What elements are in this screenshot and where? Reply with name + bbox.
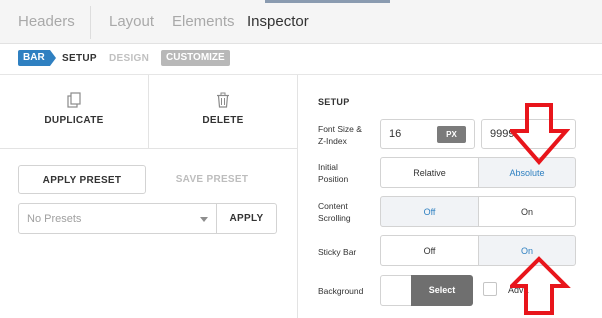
background-color-swatch[interactable] bbox=[380, 275, 412, 306]
apply-preset-button[interactable]: APPLY PRESET bbox=[18, 165, 146, 194]
sticky-bar-label: Sticky Bar bbox=[318, 247, 357, 257]
apply-button[interactable]: APPLY bbox=[216, 203, 277, 234]
sub-nav: BAR SETUP DESIGN CUSTOMIZE bbox=[0, 44, 602, 75]
action-row: DUPLICATE DELETE bbox=[0, 75, 297, 149]
sticky-on-option[interactable]: On bbox=[478, 235, 576, 266]
duplicate-button[interactable]: DUPLICATE bbox=[0, 75, 148, 148]
tab-headers[interactable]: Headers bbox=[18, 13, 75, 30]
duplicate-icon bbox=[67, 92, 81, 108]
save-preset-button[interactable]: SAVE PRESET bbox=[160, 165, 264, 194]
chevron-down-icon bbox=[200, 217, 208, 222]
font-size-value: 16 bbox=[389, 128, 402, 140]
top-strip bbox=[265, 0, 390, 3]
tab-inspector[interactable]: Inspector bbox=[247, 13, 309, 30]
sticky-off-option[interactable]: Off bbox=[380, 235, 479, 266]
scrolling-off-option[interactable]: Off bbox=[380, 196, 479, 227]
duplicate-label: DUPLICATE bbox=[44, 115, 104, 126]
delete-label: DELETE bbox=[202, 115, 244, 126]
subtab-setup[interactable]: SETUP bbox=[62, 53, 97, 64]
preset-select[interactable]: No Presets bbox=[18, 203, 217, 234]
tab-divider bbox=[90, 6, 91, 39]
unit-badge: PX bbox=[437, 126, 466, 143]
background-label: Background bbox=[318, 286, 364, 296]
advanced-checkbox[interactable] bbox=[483, 282, 497, 296]
preset-select-value: No Presets bbox=[27, 213, 82, 225]
background-select-button[interactable]: Select bbox=[411, 275, 473, 306]
font-size-input[interactable]: 16 PX bbox=[380, 119, 475, 149]
z-index-value: 9999 bbox=[490, 128, 515, 140]
tab-layout[interactable]: Layout bbox=[109, 13, 154, 30]
trash-icon bbox=[217, 92, 229, 108]
delete-button[interactable]: DELETE bbox=[149, 75, 297, 148]
subtab-customize[interactable]: CUSTOMIZE bbox=[161, 50, 230, 66]
bar-badge[interactable]: BAR bbox=[18, 50, 56, 66]
content-scrolling-label: Content Scrolling bbox=[318, 201, 351, 223]
advanced-label: Adva bbox=[508, 285, 529, 295]
setup-title: SETUP bbox=[318, 97, 350, 107]
position-relative-option[interactable]: Relative bbox=[380, 157, 479, 188]
subtab-design[interactable]: DESIGN bbox=[109, 53, 149, 64]
z-index-input[interactable]: 9999 bbox=[481, 119, 576, 149]
initial-position-label: Initial Position bbox=[318, 162, 349, 184]
font-size-label: Font Size & Z-Index bbox=[318, 124, 362, 146]
tab-elements[interactable]: Elements bbox=[172, 13, 235, 30]
left-panel: DUPLICATE DELETE APPLY PRESET SAVE PRESE… bbox=[0, 75, 298, 318]
scrolling-on-option[interactable]: On bbox=[478, 196, 576, 227]
setup-panel: SETUP Font Size & Z-Index 16 PX 9999 Ini… bbox=[298, 75, 602, 318]
top-tab-bar: Headers Layout Elements Inspector bbox=[0, 0, 602, 44]
position-absolute-option[interactable]: Absolute bbox=[478, 157, 576, 188]
